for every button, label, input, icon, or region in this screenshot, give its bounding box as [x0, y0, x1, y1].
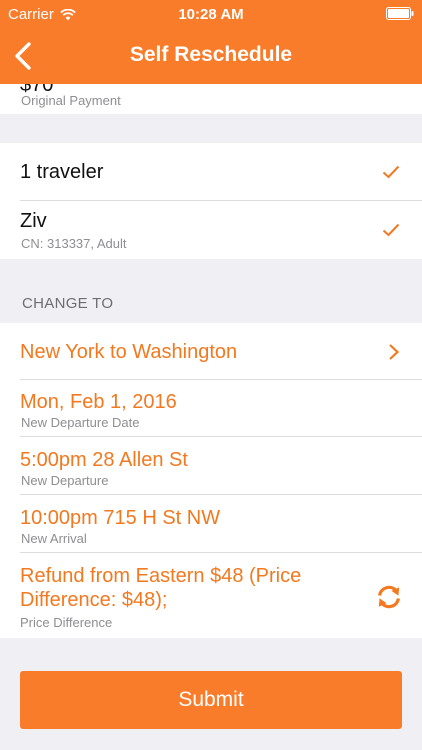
traveler-detail: CN: 313337, Adult — [21, 236, 127, 251]
traveler-count: 1 traveler — [20, 161, 104, 183]
arrival-label: New Arrival — [21, 531, 87, 546]
traveler-count-cell[interactable]: 1 traveler — [0, 143, 422, 201]
departure-date-cell[interactable]: Mon, Feb 1, 2016 New Departure Date — [0, 380, 422, 437]
page-title: Self Reschedule — [129, 43, 293, 66]
price-difference-value: Refund from Eastern $48 (Price Differenc… — [20, 565, 302, 611]
status-bar: Carrier 10:28 AM — [0, 0, 422, 28]
original-payment-label: Original Payment — [21, 93, 121, 108]
chevron-right-icon — [389, 344, 400, 360]
nav-bar: Self Reschedule — [0, 28, 422, 84]
route-value: New York to Washington — [20, 341, 238, 363]
status-time: 10:28 AM — [178, 6, 244, 23]
section-header-change-to: CHANGE TO — [22, 295, 114, 312]
price-difference-cell[interactable]: Refund from Eastern $48 (Price Differenc… — [0, 553, 422, 638]
departure-cell[interactable]: 5:00pm 28 Allen St New Departure — [0, 437, 422, 495]
checkmark-icon — [382, 223, 400, 237]
arrival-value: 10:00pm 715 H St NW — [20, 507, 221, 529]
price-difference-label: Price Difference — [20, 615, 113, 630]
submit-button[interactable]: Submit — [20, 671, 402, 729]
traveler-name: Ziv — [20, 210, 47, 232]
original-payment-cell: $70 Original Payment — [0, 84, 422, 114]
traveler-item[interactable]: Ziv CN: 313337, Adult — [0, 201, 422, 259]
checkmark-icon — [382, 165, 400, 179]
battery-icon — [386, 7, 414, 20]
departure-date-label: New Departure Date — [21, 415, 140, 430]
departure-label: New Departure — [21, 473, 109, 488]
arrival-cell[interactable]: 10:00pm 715 H St NW New Arrival — [0, 495, 422, 553]
route-cell[interactable]: New York to Washington — [0, 323, 422, 380]
refresh-icon[interactable] — [376, 584, 402, 610]
departure-date-value: Mon, Feb 1, 2016 — [20, 391, 177, 413]
departure-value: 5:00pm 28 Allen St — [20, 449, 188, 471]
